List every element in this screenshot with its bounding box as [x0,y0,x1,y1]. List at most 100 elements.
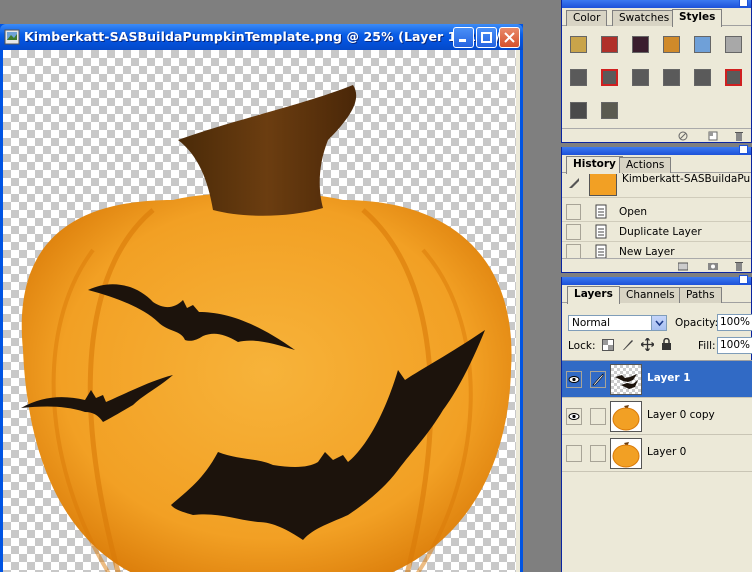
layer-link-toggle[interactable] [590,445,606,462]
layers-palette: Layers Channels Paths Normal Opacity: 10… [561,275,752,572]
tab-layers[interactable]: Layers [567,286,620,304]
eye-icon [568,413,580,420]
layer-link-toggle[interactable] [590,408,606,425]
snapshot-camera-icon[interactable] [708,261,718,271]
lock-transparent-icon[interactable] [602,339,614,351]
style-swatch[interactable] [601,102,618,119]
close-button[interactable] [499,27,520,48]
bat-thumbnail [615,374,638,389]
opacity-label: Opacity: [675,317,719,329]
layer-row-layer-0-copy[interactable]: Layer 0 copy [562,398,752,435]
style-swatch[interactable] [601,36,618,53]
style-swatch[interactable] [694,69,711,86]
blend-mode-select[interactable]: Normal [568,315,667,331]
layers-palette-close-icon[interactable] [739,275,748,284]
history-palette: History Actions Kimberkatt-SASBuildaPu..… [561,145,752,273]
snapshot-thumbnail [589,174,617,196]
photoshop-doc-icon [4,29,20,45]
chevron-down-icon[interactable] [651,316,666,330]
style-swatch[interactable] [601,69,618,86]
style-swatch[interactable] [725,69,742,86]
tab-actions[interactable]: Actions [619,157,672,173]
visibility-toggle[interactable] [566,408,582,425]
history-snapshot-row[interactable]: Kimberkatt-SASBuildaPu... [562,174,751,198]
styles-palette-close-icon[interactable] [739,0,748,7]
layer-name[interactable]: Layer 0 [647,446,686,458]
lock-brush-icon[interactable] [622,339,634,351]
history-palette-titlebar[interactable] [562,145,751,155]
history-item[interactable]: New Layer [562,242,751,258]
minimize-button[interactable] [453,27,474,48]
styles-palette-footer [562,128,751,142]
pumpkin-artwork [21,85,512,572]
layer-thumbnail [610,438,642,469]
tab-history[interactable]: History [566,156,623,174]
history-state-icon [595,244,607,258]
style-swatch[interactable] [570,69,587,86]
lock-label: Lock: [568,340,596,352]
style-swatch[interactable] [632,36,649,53]
trash-icon[interactable] [734,261,744,271]
style-swatch[interactable] [663,69,680,86]
opacity-field[interactable]: 100% [717,314,752,331]
fill-field[interactable]: 100% [717,337,752,354]
tab-channels[interactable]: Channels [619,287,682,303]
styles-palette-titlebar[interactable] [562,0,751,8]
visibility-toggle[interactable] [566,445,582,462]
layers-list: Layer 1 Layer 0 copy Layer 0 [562,360,752,572]
history-item[interactable]: Open [562,202,751,222]
style-swatch[interactable] [663,36,680,53]
history-checkbox[interactable] [566,204,581,220]
new-document-from-state-icon[interactable] [678,261,688,271]
layer-name[interactable]: Layer 1 [647,372,691,384]
style-swatch[interactable] [694,36,711,53]
maximize-button[interactable] [476,27,497,48]
tab-styles[interactable]: Styles [672,9,723,27]
styles-palette-tabs: Color Swatches Styles [562,8,751,27]
history-palette-tabs: History Actions [562,155,751,174]
document-window: Kimberkatt-SASBuildaPumpkinTemplate.png … [0,24,523,572]
history-list: Kimberkatt-SASBuildaPu... Open Duplicate… [562,174,751,258]
history-palette-close-icon[interactable] [739,145,748,154]
layers-palette-titlebar[interactable] [562,275,751,285]
history-brush-icon [569,178,579,188]
history-item-label: Open [619,206,648,218]
canvas-scrollbar[interactable] [516,50,520,572]
history-checkbox[interactable] [566,224,581,240]
snapshot-label: Kimberkatt-SASBuildaPu... [622,174,751,185]
style-swatch[interactable] [570,36,587,53]
fill-label: Fill: [698,340,716,352]
lock-move-icon[interactable] [641,338,654,351]
layer-thumbnail [610,364,642,395]
history-palette-footer [562,258,751,272]
style-swatch[interactable] [725,36,742,53]
tab-paths[interactable]: Paths [679,287,722,303]
pumpkin-thumbnail [612,442,640,468]
maximize-icon [481,32,492,43]
no-style-icon[interactable] [678,131,688,141]
layer-link-toggle[interactable] [590,371,606,388]
image-canvas[interactable] [3,50,520,572]
document-titlebar[interactable]: Kimberkatt-SASBuildaPumpkinTemplate.png … [0,24,523,50]
history-state-icon [595,204,607,219]
close-icon [504,32,515,43]
new-style-icon[interactable] [708,131,718,141]
lock-all-icon[interactable] [661,338,672,351]
style-swatch[interactable] [632,69,649,86]
layer-name[interactable]: Layer 0 copy [647,409,715,421]
history-item[interactable]: Duplicate Layer [562,222,751,242]
layer-row-layer-1[interactable]: Layer 1 [562,361,752,398]
pumpkin-thumbnail [612,405,640,431]
tab-swatches[interactable]: Swatches [612,10,677,26]
minimize-icon [459,39,466,42]
layer-row-layer-0[interactable]: Layer 0 [562,435,752,472]
photoshop-workspace: Kimberkatt-SASBuildaPumpkinTemplate.png … [0,0,752,572]
trash-icon[interactable] [734,131,744,141]
style-swatch[interactable] [570,102,587,119]
layers-palette-tabs: Layers Channels Paths [562,285,751,304]
visibility-toggle[interactable] [566,371,582,388]
blend-mode-value: Normal [572,317,610,329]
tab-color[interactable]: Color [566,10,608,26]
history-state-icon [595,224,607,239]
history-checkbox[interactable] [566,244,581,258]
